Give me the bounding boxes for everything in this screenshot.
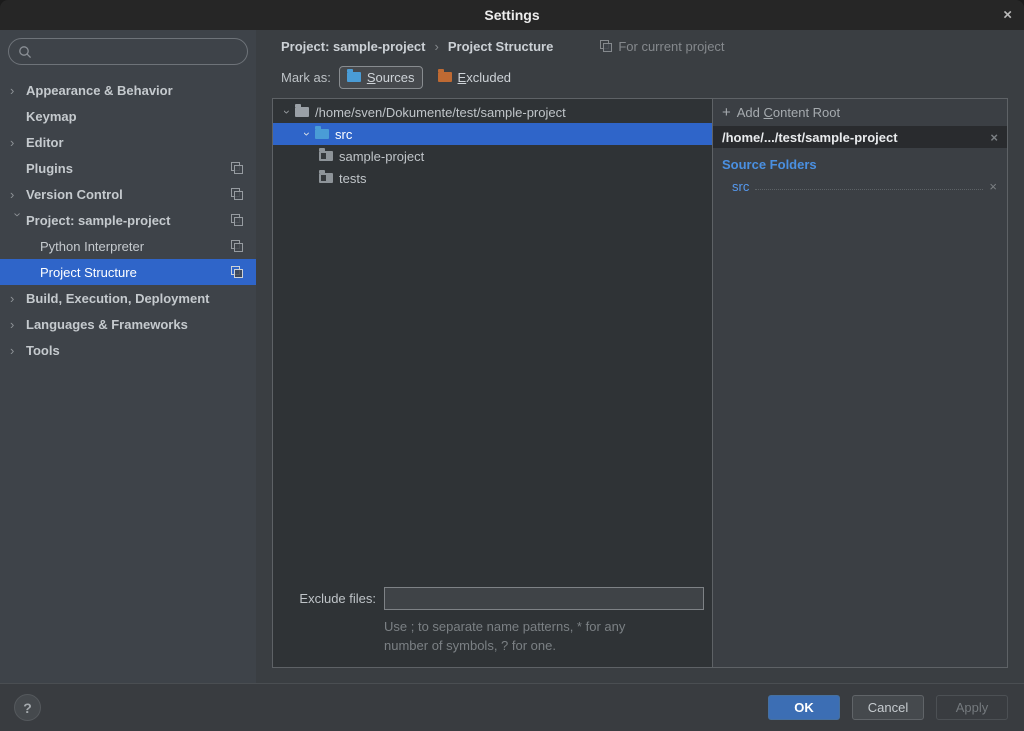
help-button[interactable]: ? — [14, 694, 41, 721]
current-project-icon — [231, 188, 243, 200]
chevron-right-icon: › — [10, 318, 26, 331]
search-icon — [18, 45, 32, 59]
tree-row-tests[interactable]: tests — [273, 167, 712, 189]
apply-button[interactable]: Apply — [936, 695, 1008, 720]
chevron-right-icon: › — [10, 292, 26, 305]
sidebar-item-appearance[interactable]: › Appearance & Behavior — [0, 77, 256, 103]
sources-folder-icon — [347, 72, 361, 82]
exclude-files-label: Exclude files: — [281, 591, 376, 606]
mark-as-label: Mark as: — [281, 70, 331, 85]
scope-indicator: For current project — [600, 39, 724, 54]
tree-row-src[interactable]: › src — [273, 123, 712, 145]
sidebar-item-keymap[interactable]: Keymap — [0, 103, 256, 129]
exclude-files-input[interactable] — [384, 587, 704, 610]
sidebar-item-tools[interactable]: › Tools — [0, 337, 256, 363]
settings-dialog: Settings × › Appearance & Behavior Keyma… — [0, 0, 1024, 731]
titlebar: Settings × — [0, 0, 1024, 30]
breadcrumb-project[interactable]: Project: sample-project — [281, 39, 426, 54]
directory-tree: › /home/sven/Dokumente/test/sample-proje… — [273, 99, 712, 189]
breadcrumb-page: Project Structure — [448, 39, 553, 54]
cancel-button[interactable]: Cancel — [852, 695, 924, 720]
add-content-root-button[interactable]: + Add Content Root — [713, 99, 1007, 126]
content-root-path: /home/.../test/sample-project — [722, 130, 898, 145]
chevron-down-icon: › — [12, 212, 25, 228]
current-project-icon — [231, 214, 243, 226]
chevron-down-icon[interactable]: › — [301, 126, 313, 142]
remove-source-folder-icon[interactable]: × — [989, 179, 997, 194]
settings-sidebar: › Appearance & Behavior Keymap › Editor … — [0, 30, 256, 683]
tree-row-content-root[interactable]: › /home/sven/Dokumente/test/sample-proje… — [273, 101, 712, 123]
scope-label: For current project — [618, 39, 724, 54]
current-project-icon — [600, 40, 612, 52]
dotted-leader — [755, 189, 983, 190]
search-box[interactable] — [8, 38, 248, 65]
excluded-folder-icon — [438, 72, 452, 82]
current-project-icon — [231, 240, 243, 252]
chevron-right-icon: › — [10, 344, 26, 357]
breadcrumb-separator: › — [435, 39, 439, 54]
ok-button[interactable]: OK — [768, 695, 840, 720]
content-root-panel: + Add Content Root /home/.../test/sample… — [713, 99, 1007, 667]
sidebar-item-python-interpreter[interactable]: Python Interpreter — [0, 233, 256, 259]
source-folder-icon — [315, 129, 329, 139]
mark-sources-button[interactable]: Sources — [339, 66, 423, 89]
remove-content-root-icon[interactable]: × — [990, 130, 998, 145]
window-title: Settings — [484, 7, 539, 23]
settings-nav: › Appearance & Behavior Keymap › Editor … — [0, 77, 256, 363]
source-folder-entry[interactable]: src × — [732, 179, 997, 194]
sidebar-item-plugins[interactable]: Plugins — [0, 155, 256, 181]
chevron-right-icon: › — [10, 188, 26, 201]
tree-row-sample-project[interactable]: sample-project — [273, 145, 712, 167]
chevron-down-icon[interactable]: › — [281, 104, 293, 120]
current-project-icon — [231, 266, 243, 278]
chevron-right-icon: › — [10, 136, 26, 149]
exclude-files-hint: Use ; to separate name patterns, * for a… — [384, 617, 704, 655]
sidebar-item-project-structure[interactable]: Project Structure — [0, 259, 256, 285]
breadcrumb: Project: sample-project › Project Struct… — [256, 30, 1024, 62]
source-folder-name: src — [732, 179, 749, 194]
footer-bar: ? OK Cancel Apply — [0, 683, 1024, 731]
plus-icon: + — [722, 105, 731, 120]
sidebar-item-version-control[interactable]: › Version Control — [0, 181, 256, 207]
search-input[interactable] — [38, 44, 238, 59]
mark-excluded-button[interactable]: Excluded — [431, 67, 518, 88]
close-icon[interactable]: × — [1003, 8, 1012, 23]
content-tree-panel: › /home/sven/Dokumente/test/sample-proje… — [273, 99, 713, 667]
source-folders-title: Source Folders — [722, 157, 1007, 172]
folder-icon — [319, 173, 333, 183]
mark-as-toolbar: Mark as: Sources Excluded — [256, 62, 1024, 92]
folder-icon — [319, 151, 333, 161]
chevron-right-icon: › — [10, 84, 26, 97]
exclude-files-section: Exclude files: Use ; to separate name pa… — [273, 587, 712, 667]
current-project-icon — [231, 162, 243, 174]
sidebar-item-languages-frameworks[interactable]: › Languages & Frameworks — [0, 311, 256, 337]
sidebar-item-project[interactable]: › Project: sample-project — [0, 207, 256, 233]
sidebar-item-build-execution[interactable]: › Build, Execution, Deployment — [0, 285, 256, 311]
content-root-header[interactable]: /home/.../test/sample-project × — [713, 126, 1007, 148]
folder-icon — [295, 107, 309, 117]
sidebar-item-editor[interactable]: › Editor — [0, 129, 256, 155]
